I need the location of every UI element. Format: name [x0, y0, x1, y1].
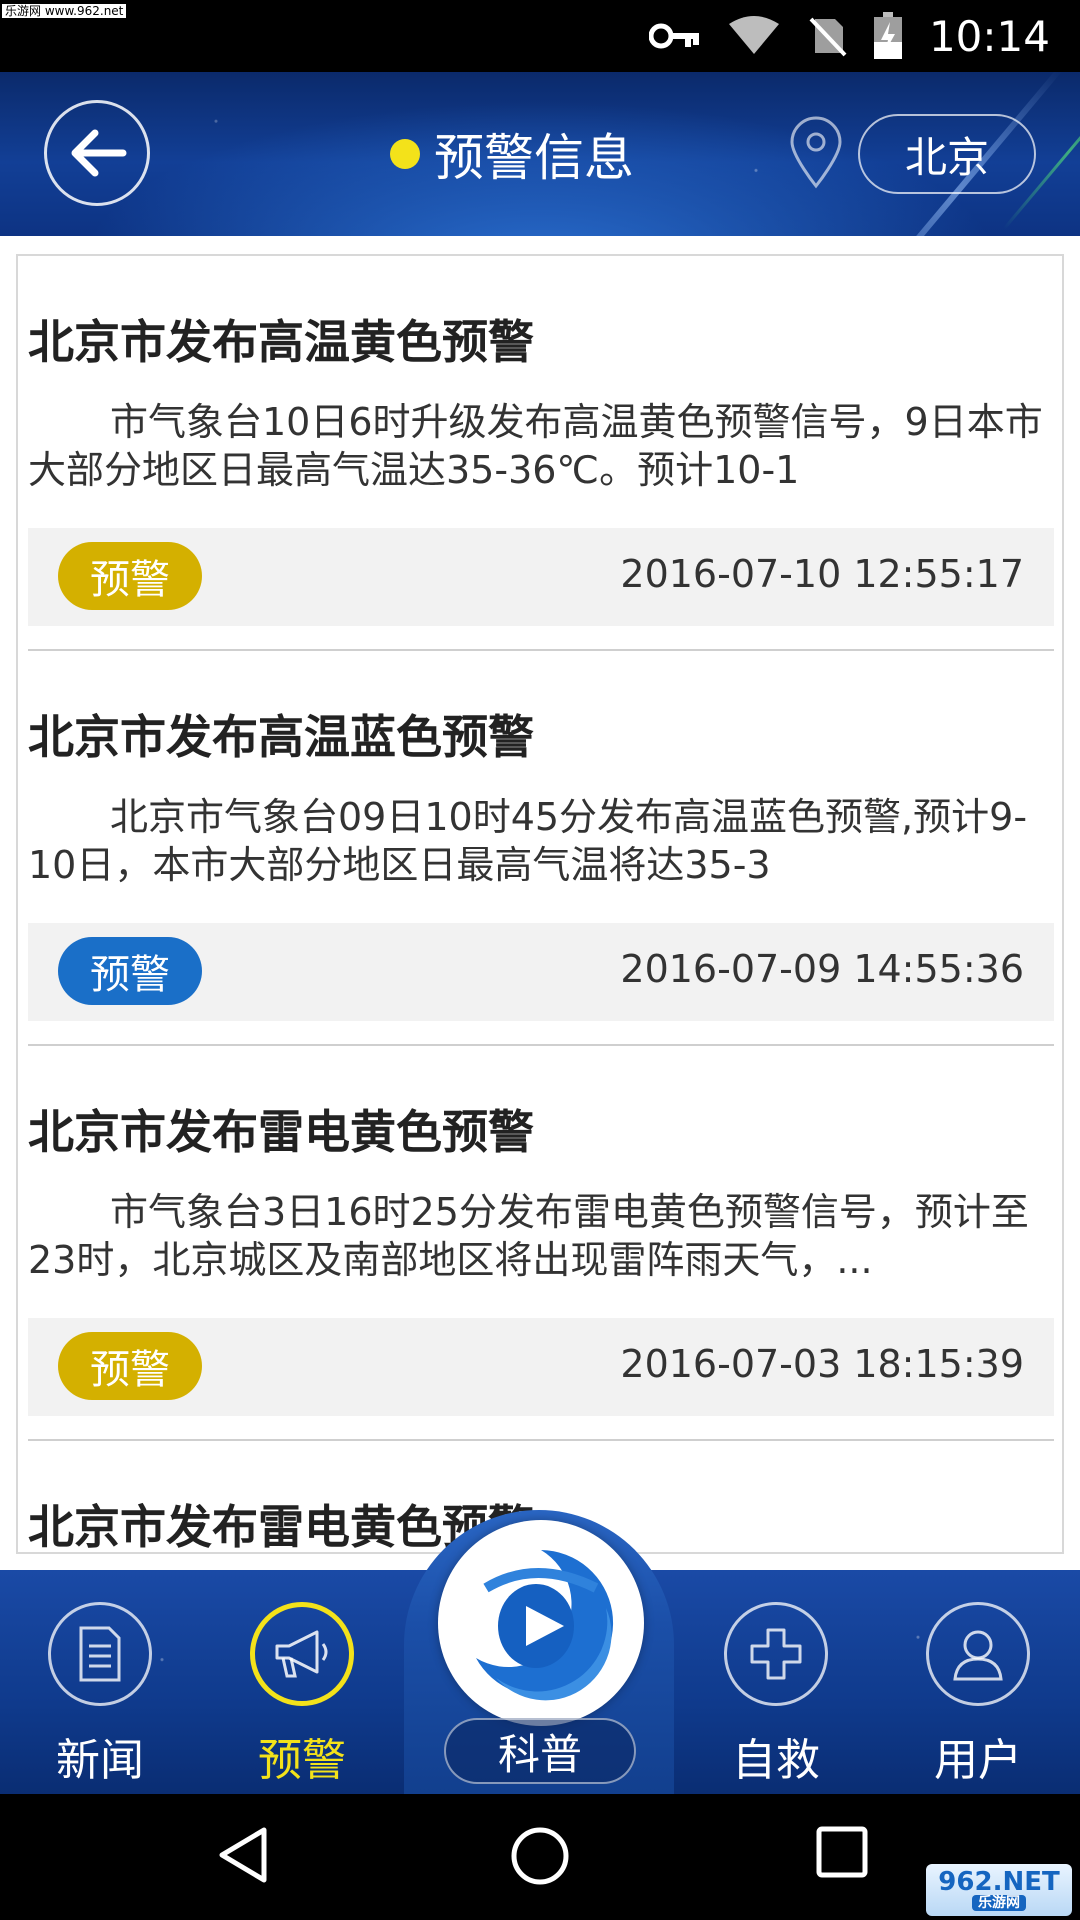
page-title-wrap: 预警信息: [390, 124, 634, 187]
status-bar: 乐游网 www.962.net 10:14: [0, 0, 1080, 72]
alerts-icon-circle: [250, 1602, 354, 1706]
news-document-icon: [79, 1626, 121, 1682]
self-rescue-icon-circle: [724, 1602, 828, 1706]
screen: 乐游网 www.962.net 10:14 预警信息 北京 北京市发布高温黄色预…: [0, 0, 1080, 1920]
nav-label: 用户: [934, 1735, 1022, 1786]
city-selector-button[interactable]: 北京: [858, 114, 1036, 194]
location-pin-icon[interactable]: [788, 114, 844, 190]
battery-icon: [873, 12, 902, 59]
app-logo-icon: [461, 1543, 621, 1703]
home-circle-icon[interactable]: [508, 1824, 572, 1888]
nav-label-science[interactable]: 科普: [444, 1718, 636, 1784]
nav-tab-user[interactable]: 用户: [878, 1570, 1078, 1794]
header: 预警信息 北京: [0, 72, 1080, 236]
page-title: 预警信息: [434, 129, 634, 187]
news-icon-circle: [48, 1602, 152, 1706]
alert-item[interactable]: 北京市发布高温黄色预警 市气象台10日6时升级发布高温黄色预警信号，9日本市大部…: [18, 256, 1062, 651]
nav-label: 自救: [732, 1735, 820, 1786]
alert-footer: 预警 2016-07-10 12:55:17: [28, 528, 1054, 626]
watermark-logo: 962.NET 乐游网: [926, 1864, 1072, 1916]
nav-tab-self-rescue[interactable]: 自救: [676, 1570, 876, 1794]
alert-item[interactable]: 北京市发布高温蓝色预警 北京市气象台09日10时45分发布高温蓝色预警,预计9-…: [18, 651, 1062, 1046]
system-navigation-bar: 962.NET 乐游网: [0, 1794, 1080, 1920]
alert-item[interactable]: 北京市发布雷电黄色预警 市气象台3日16时25分发布雷电黄色预警信号，预计至23…: [18, 1046, 1062, 1441]
nav-label: 新闻: [56, 1735, 144, 1786]
alert-timestamp: 2016-07-10 12:55:17: [620, 552, 1024, 596]
alert-title: 北京市发布高温蓝色预警: [28, 710, 534, 764]
nav-tab-science[interactable]: [438, 1520, 644, 1726]
user-icon-circle: [926, 1602, 1030, 1706]
recents-square-icon[interactable]: [814, 1824, 870, 1880]
alert-title: 北京市发布高温黄色预警: [28, 315, 534, 369]
nav-tab-news[interactable]: 新闻: [0, 1570, 200, 1794]
watermark-sub-text: 乐游网: [972, 1895, 1026, 1911]
nav-label: 预警: [258, 1735, 346, 1786]
back-arrow-icon: [71, 129, 127, 177]
wifi-icon: [728, 16, 779, 54]
nav-tab-alerts[interactable]: 预警: [202, 1570, 402, 1794]
alert-summary: 市气象台10日6时升级发布高温黄色预警信号，9日本市大部分地区日最高气温达35-…: [28, 400, 1043, 492]
alert-level-badge: 预警: [58, 542, 202, 610]
back-triangle-icon[interactable]: [214, 1824, 270, 1886]
alert-timestamp: 2016-07-03 18:15:39: [620, 1342, 1024, 1386]
alert-summary: 市气象台3日16时25分发布雷电黄色预警信号，预计至23时，北京城区及南部地区将…: [28, 1190, 1029, 1282]
back-button[interactable]: [44, 100, 150, 206]
vpn-key-icon: [648, 23, 699, 49]
alert-level-badge: 预警: [58, 1332, 202, 1400]
alert-timestamp: 2016-07-09 14:55:36: [620, 947, 1024, 991]
status-icons: 10:14: [648, 10, 1050, 62]
status-time: 10:14: [928, 11, 1050, 61]
alert-title: 北京市发布雷电黄色预警: [28, 1105, 534, 1159]
alert-list[interactable]: 北京市发布高温黄色预警 市气象台10日6时升级发布高温黄色预警信号，9日本市大部…: [16, 254, 1064, 1554]
title-dot-icon: [390, 139, 420, 169]
alert-level-badge: 预警: [58, 937, 202, 1005]
megaphone-icon: [275, 1630, 328, 1678]
alert-footer: 预警 2016-07-09 14:55:36: [28, 923, 1054, 1021]
no-sim-icon: [809, 17, 847, 57]
user-icon: [953, 1630, 1003, 1681]
watermark-main-text: 962.NET: [938, 1867, 1060, 1897]
watermark-top: 乐游网 www.962.net: [2, 4, 127, 18]
medical-cross-icon: [750, 1628, 802, 1680]
alert-summary: 北京市气象台09日10时45分发布高温蓝色预警,预计9-10日，本市大部分地区日…: [28, 795, 1028, 887]
alert-footer: 预警 2016-07-03 18:15:39: [28, 1318, 1054, 1416]
